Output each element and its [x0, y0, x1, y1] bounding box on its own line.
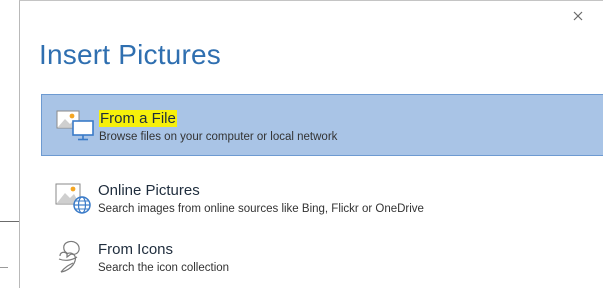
close-icon	[573, 11, 583, 21]
close-button[interactable]	[571, 9, 585, 23]
insert-pictures-dialog: Insert Pictures From a File Browse files…	[19, 0, 603, 288]
background-page-line	[0, 267, 8, 268]
option-description: Search the icon collection	[98, 262, 230, 274]
dialog-title: Insert Pictures	[39, 39, 221, 70]
background-page-line	[0, 221, 19, 222]
online-pictures-option[interactable]: Online Pictures Search images from onlin…	[41, 167, 603, 229]
option-title: From a File	[99, 110, 177, 127]
option-description: Browse files on your computer or local n…	[99, 131, 338, 143]
option-title: From Icons	[98, 241, 174, 258]
picture-on-computer-icon	[56, 108, 96, 144]
option-description: Search images from online sources like B…	[98, 203, 424, 215]
icon-collection-icon	[55, 239, 95, 275]
from-icons-option[interactable]: From Icons Search the icon collection	[41, 226, 603, 288]
picture-with-globe-icon	[55, 180, 95, 216]
from-a-file-option[interactable]: From a File Browse files on your compute…	[41, 94, 603, 156]
option-title: Online Pictures	[98, 182, 200, 199]
